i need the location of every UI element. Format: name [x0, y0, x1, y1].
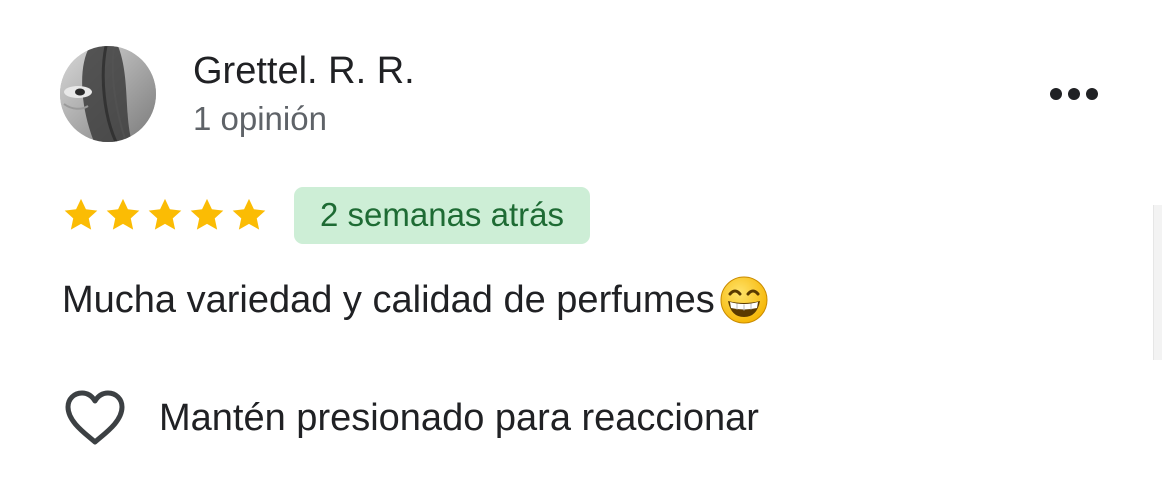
- avatar[interactable]: [60, 46, 156, 142]
- star-icon: [230, 196, 268, 234]
- rating-row: 2 semanas atrás: [62, 186, 590, 244]
- review-text-content: Mucha variedad y calidad de perfumes: [62, 278, 715, 321]
- react-label: Mantén presionado para reaccionar: [159, 396, 759, 439]
- star-icon: [188, 196, 226, 234]
- grinning-face-icon: [719, 275, 769, 325]
- time-badge: 2 semanas atrás: [294, 186, 590, 244]
- review-text: Mucha variedad y calidad de perfumes: [62, 275, 769, 325]
- star-icon: [62, 196, 100, 234]
- reviewer-review-count: 1 opinión: [193, 100, 327, 137]
- star-icon: [146, 196, 184, 234]
- reviewer-name[interactable]: Grettel. R. R.: [193, 50, 415, 93]
- avatar-image: [60, 46, 156, 142]
- heart-outline-icon: [64, 390, 126, 446]
- scrollbar[interactable]: [1153, 205, 1162, 360]
- star-icon: [104, 196, 142, 234]
- more-options-button[interactable]: [1040, 76, 1108, 112]
- react-button[interactable]: Mantén presionado para reaccionar: [64, 388, 759, 448]
- more-horizontal-icon: [1050, 88, 1098, 100]
- review-card: Grettel. R. R. 1 opinión 2 semanas atrás…: [0, 0, 1170, 483]
- star-rating: [62, 196, 268, 234]
